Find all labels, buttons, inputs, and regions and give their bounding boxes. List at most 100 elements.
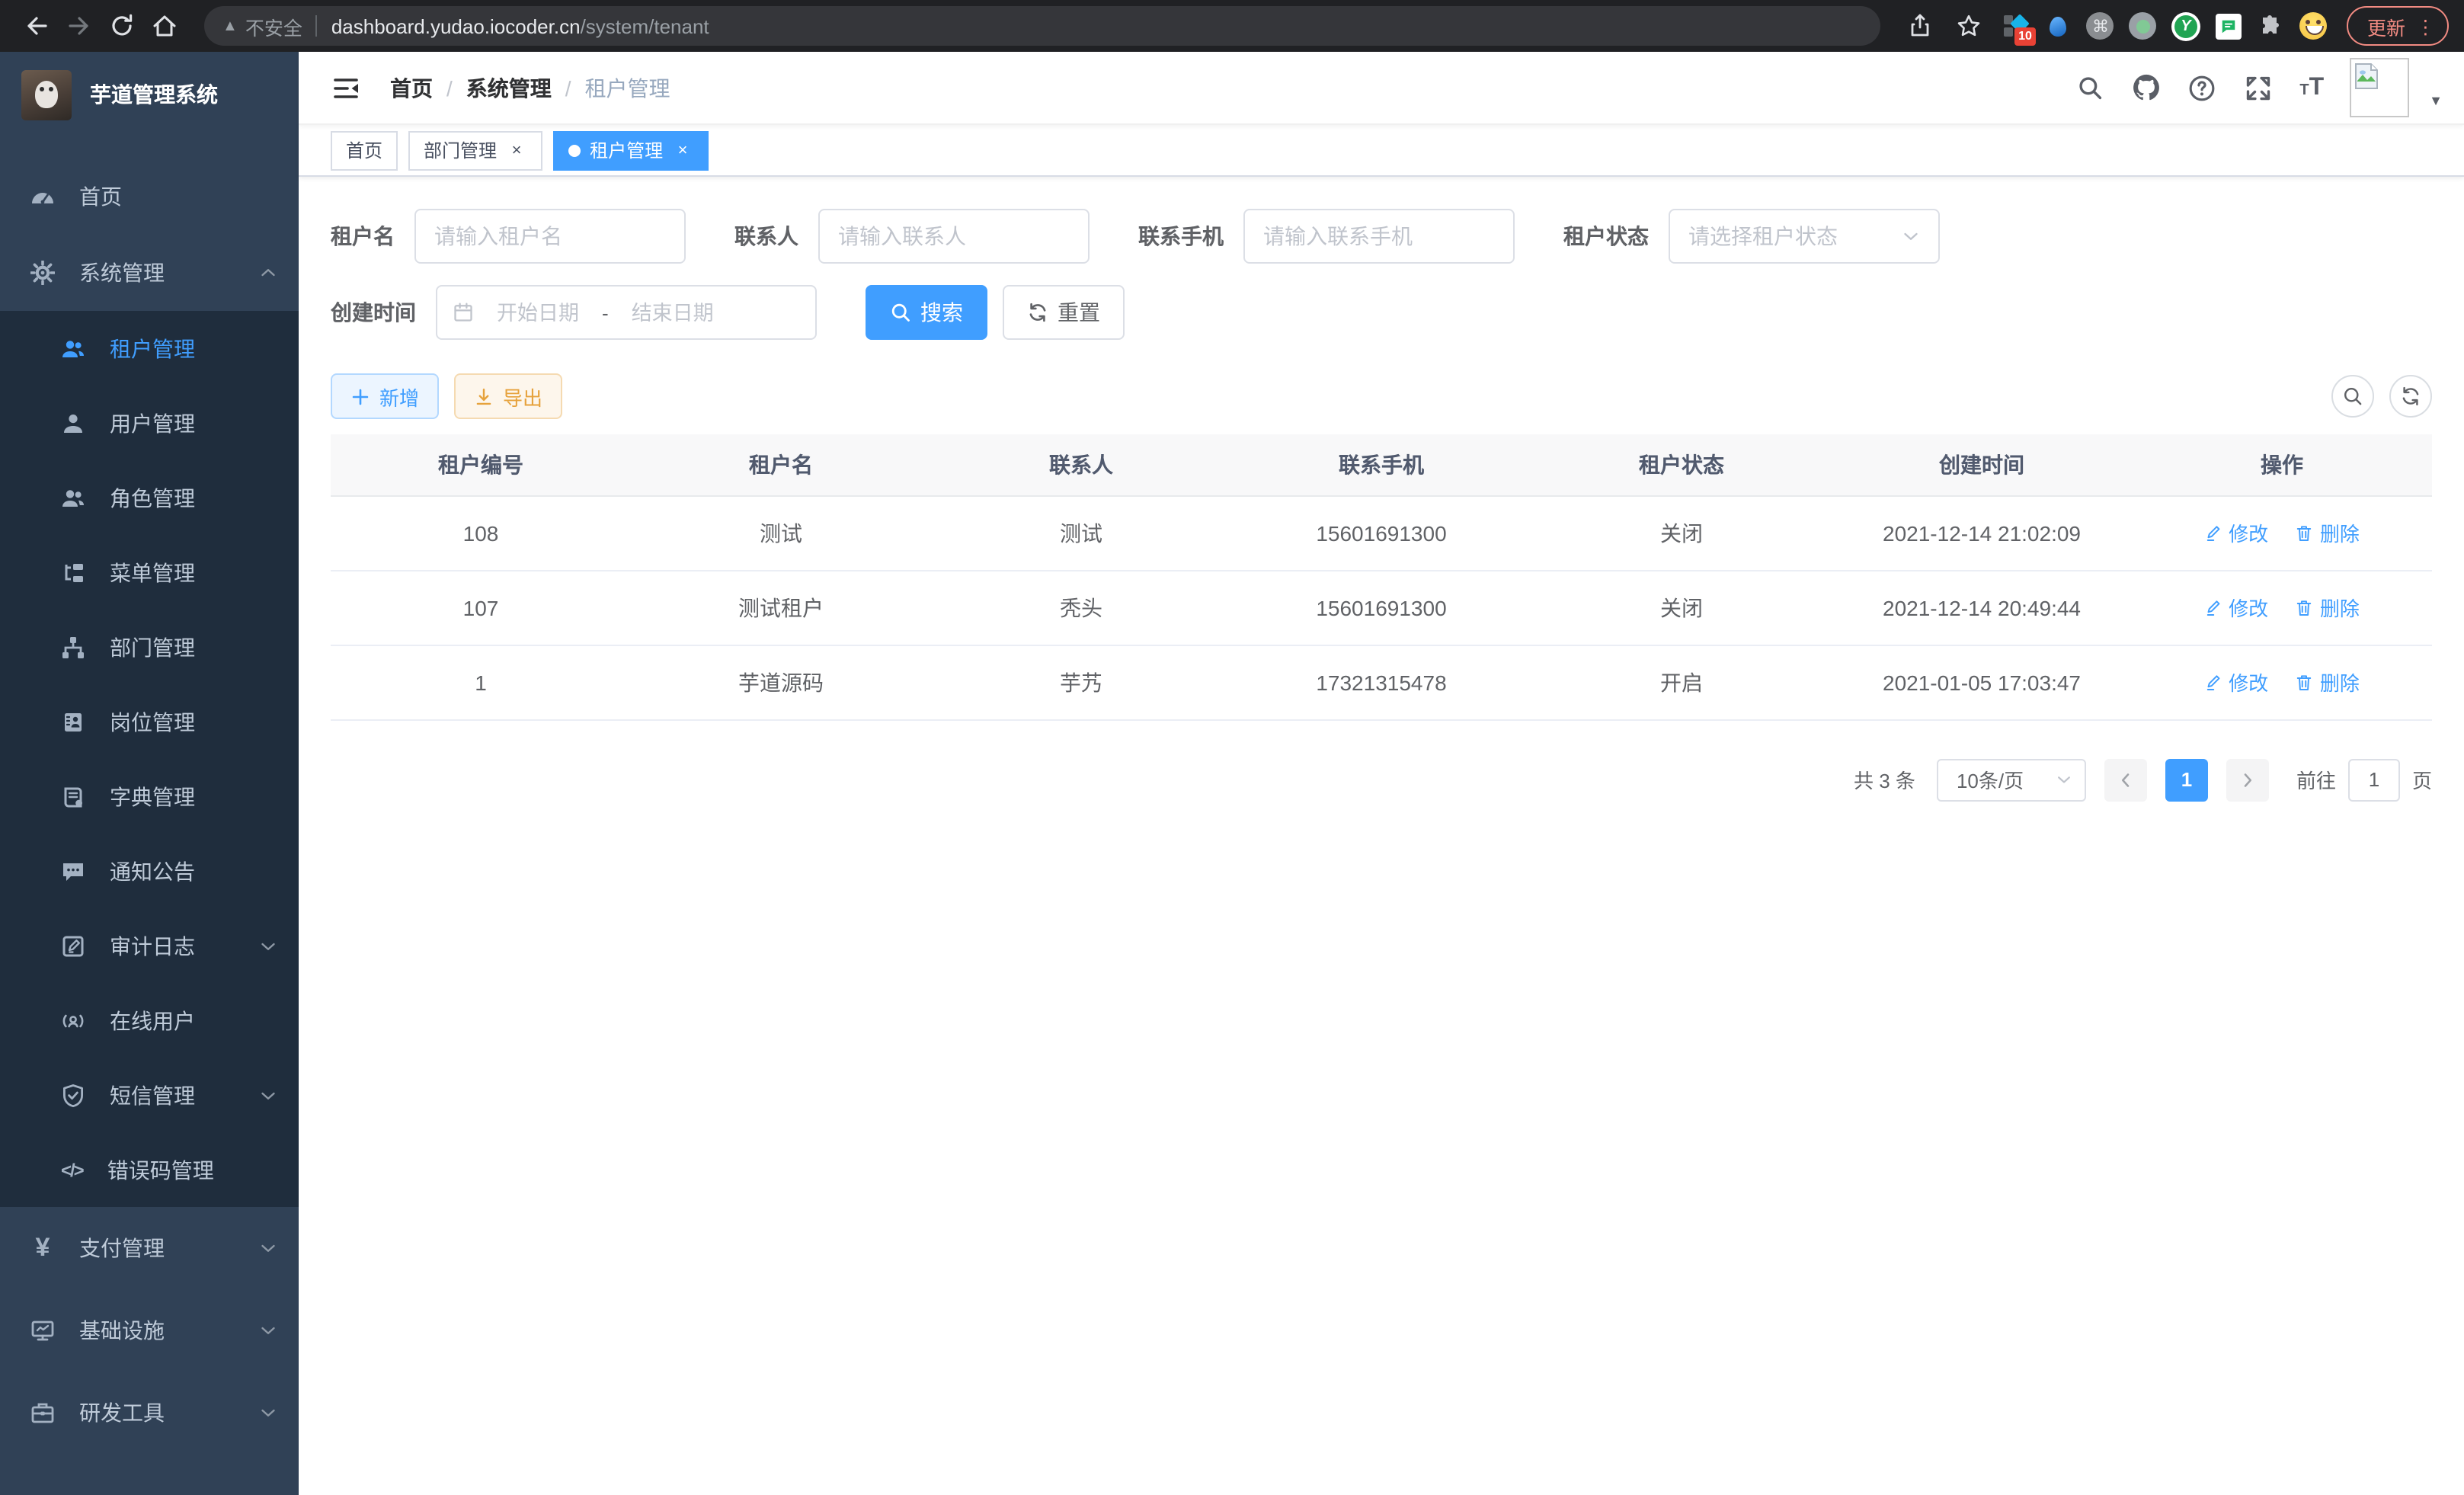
browser-home-button[interactable] <box>143 5 186 47</box>
sidebar-item-home[interactable]: 首页 <box>0 158 299 235</box>
github-link[interactable] <box>2130 72 2161 103</box>
font-size-button[interactable]: TT <box>2299 74 2324 101</box>
emoji-extension-icon <box>2300 12 2328 40</box>
tag-tenant-active[interactable]: 租户管理 × <box>553 130 709 170</box>
bookmark-button[interactable] <box>1948 5 1991 47</box>
sidebar-item-label: 岗位管理 <box>110 706 277 737</box>
header-search-button[interactable] <box>2074 72 2104 103</box>
prev-page-button[interactable] <box>2104 758 2147 801</box>
sidebar-item-sms[interactable]: 短信管理 <box>0 1058 299 1132</box>
contact-input[interactable] <box>838 224 1070 248</box>
edit-link[interactable]: 修改 <box>2204 667 2268 696</box>
delete-link[interactable]: 删除 <box>2296 667 2360 696</box>
sidebar-item-notice[interactable]: 通知公告 <box>0 834 299 908</box>
browser-back-button[interactable] <box>15 5 58 47</box>
reload-icon <box>110 14 134 38</box>
delete-link[interactable]: 删除 <box>2296 593 2360 622</box>
fullscreen-button[interactable] <box>2243 72 2274 103</box>
goto-page-input[interactable] <box>2348 758 2400 801</box>
close-icon[interactable]: × <box>672 139 693 161</box>
browser-forward-button[interactable] <box>58 5 101 47</box>
balloon-extension-icon <box>2050 16 2066 36</box>
status-select-input[interactable] <box>1688 224 1893 248</box>
sidebar-item-dev-tools[interactable]: 研发工具 <box>0 1372 299 1454</box>
chevron-down-icon <box>259 1086 277 1104</box>
tag-home[interactable]: 首页 <box>331 130 398 170</box>
search-button[interactable]: 搜索 <box>866 285 987 340</box>
date-end-input[interactable] <box>618 301 728 324</box>
sidebar-item-system[interactable]: 系统管理 <box>0 235 299 311</box>
edit-icon <box>2204 673 2222 691</box>
user-icon <box>61 411 85 435</box>
trash-icon <box>2296 598 2314 616</box>
extension-diamond[interactable]: 10 <box>1997 8 2034 44</box>
extension-recorder[interactable] <box>2125 8 2162 44</box>
sidebar-item-menu[interactable]: 菜单管理 <box>0 535 299 610</box>
sidebar-item-audit-log[interactable]: 审计日志 <box>0 908 299 983</box>
system-submenu: 租户管理 用户管理 角色管理 菜单管理 <box>0 311 299 1207</box>
org-tree-icon <box>61 635 85 659</box>
sidebar: 芋道管理系统 首页 系统管理 租户管理 <box>0 52 299 1495</box>
plus-icon <box>350 386 370 406</box>
sidebar-item-online-users[interactable]: 在线用户 <box>0 983 299 1058</box>
cell-name: 测试租户 <box>631 570 931 645</box>
sidebar-item-post[interactable]: 岗位管理 <box>0 684 299 759</box>
sidebar-item-payment[interactable]: ¥ 支付管理 <box>0 1207 299 1289</box>
cell-status: 关闭 <box>1531 570 1832 645</box>
export-button[interactable]: 导出 <box>454 373 562 419</box>
sidebar-item-user[interactable]: 用户管理 <box>0 386 299 460</box>
goto-label: 前往 <box>2296 765 2336 794</box>
user-avatar[interactable] <box>2350 58 2409 117</box>
cell-name: 芋道源码 <box>631 645 931 719</box>
extension-balloon[interactable] <box>2040 8 2076 44</box>
add-button[interactable]: 新增 <box>331 373 439 419</box>
extensions-menu[interactable] <box>2253 8 2290 44</box>
toolbox-icon <box>30 1401 55 1425</box>
close-icon[interactable]: × <box>506 139 527 161</box>
share-button[interactable] <box>1899 5 1942 47</box>
url-bar[interactable]: ▲ 不安全 dashboard.yudao.iocoder.cn/system/… <box>204 6 1881 46</box>
date-start-input[interactable] <box>483 301 593 324</box>
edit-link[interactable]: 修改 <box>2204 518 2268 547</box>
tag-dept[interactable]: 部门管理 × <box>408 130 542 170</box>
sidebar-item-role[interactable]: 角色管理 <box>0 460 299 535</box>
refresh-icon <box>1027 302 1048 323</box>
next-page-button[interactable] <box>2226 758 2269 801</box>
sidebar-item-dept[interactable]: 部门管理 <box>0 610 299 684</box>
extension-chat[interactable] <box>2210 8 2247 44</box>
kebab-menu-icon[interactable]: ⋮ <box>2416 14 2435 37</box>
page-size-select[interactable]: 10条/页 <box>1937 758 2086 801</box>
browser-reload-button[interactable] <box>101 5 143 47</box>
delete-link[interactable]: 删除 <box>2296 518 2360 547</box>
sidebar-item-dict[interactable]: 字典管理 <box>0 759 299 834</box>
table-row: 1 芋道源码 芋艿 17321315478 开启 2021-01-05 17:0… <box>331 645 2432 719</box>
chrome-update-button[interactable]: 更新 ⋮ <box>2347 6 2449 46</box>
sidebar-item-tenant[interactable]: 租户管理 <box>0 311 299 386</box>
sidebar-item-infra[interactable]: 基础设施 <box>0 1289 299 1372</box>
help-button[interactable] <box>2187 72 2217 103</box>
tenant-name-input[interactable] <box>434 224 666 248</box>
extension-emoji[interactable] <box>2296 8 2332 44</box>
extension-command[interactable]: ⌘ <box>2082 8 2119 44</box>
mobile-input[interactable] <box>1263 224 1495 248</box>
sidebar-item-error-code[interactable]: </> 错误码管理 <box>0 1132 299 1207</box>
github-icon <box>2131 73 2160 102</box>
broken-image-icon <box>2354 62 2379 90</box>
breadcrumb-home[interactable]: 首页 <box>390 72 433 103</box>
status-select[interactable] <box>1669 209 1940 264</box>
extension-yudao[interactable]: Y <box>2168 8 2204 44</box>
caret-down-icon[interactable]: ▼ <box>2429 93 2443 108</box>
reset-button[interactable]: 重置 <box>1003 285 1125 340</box>
tag-label: 部门管理 <box>424 137 497 163</box>
show-search-toggle-button[interactable] <box>2331 375 2374 418</box>
update-label: 更新 <box>2367 11 2405 40</box>
breadcrumb-system[interactable]: 系统管理 <box>466 72 552 103</box>
date-range-picker[interactable]: - <box>436 285 817 340</box>
refresh-table-button[interactable] <box>2389 375 2432 418</box>
page-number-active[interactable]: 1 <box>2165 758 2208 801</box>
edit-link[interactable]: 修改 <box>2204 593 2268 622</box>
sidebar-fold-button[interactable] <box>320 62 372 114</box>
cell-actions: 修改 删除 <box>2132 495 2432 570</box>
sidebar-logo[interactable]: 芋道管理系统 <box>0 52 299 137</box>
tag-label: 租户管理 <box>590 137 663 163</box>
